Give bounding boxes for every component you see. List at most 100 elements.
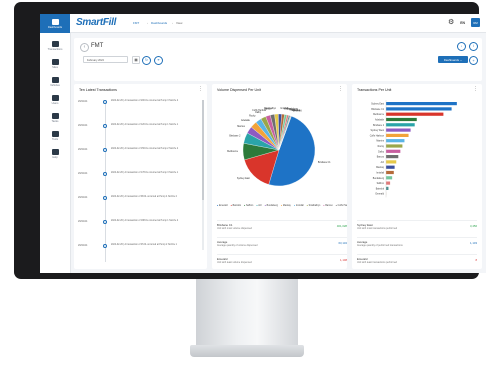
list-item[interactable]: 26/02/24 2024-02-26 | A transaction of 9… <box>78 196 204 210</box>
download-button[interactable]: ↓ <box>457 42 466 51</box>
pie-label: Adelaide <box>241 119 251 122</box>
legend-item[interactable]: ● Airl <box>256 205 261 207</box>
refresh-button[interactable]: ↻ <box>142 56 151 65</box>
back-button[interactable]: ‹ <box>80 43 89 52</box>
pie-label: Sydney East <box>237 177 250 180</box>
app-logo: SmartFill <box>76 17 117 28</box>
sidebar-item-users[interactable]: Users <box>40 95 70 105</box>
breadcrumb-dashboards[interactable]: Dashboards <box>151 21 167 25</box>
link-button[interactable]: ⚭ <box>154 56 163 65</box>
legend-item[interactable]: ● Mackay <box>281 205 291 207</box>
legend-swatch: ● <box>280 205 283 207</box>
list-item[interactable]: 26/02/24 2024-02-26 | A transaction of 1… <box>78 172 204 186</box>
bar[interactable] <box>386 123 415 127</box>
bar[interactable] <box>386 165 395 169</box>
dashboards-button[interactable]: Dashboards ⌄ <box>438 56 468 63</box>
sidebar-item-tanks[interactable]: Tanks <box>40 113 70 123</box>
bar-label: Brisbane C1 <box>371 108 384 111</box>
sidebar-item-vehicles[interactable]: Vehicles <box>40 77 70 87</box>
dashboard-icon <box>51 19 59 25</box>
monitor-base <box>190 345 304 357</box>
list-item[interactable]: 26/02/24 2024-02-26 | A transaction of 1… <box>78 148 204 162</box>
sidebar-item-label: Sites <box>52 66 58 69</box>
bar[interactable] <box>386 181 391 185</box>
sidebar-item-dashboards[interactable]: Dashboards <box>40 14 70 33</box>
transactions-timeline: 26/02/24 2024-02-26 | A transaction of 2… <box>78 98 204 266</box>
bar[interactable] <box>386 139 405 143</box>
breadcrumb-fmt[interactable]: FMT <box>133 21 139 25</box>
legend-item[interactable]: ● Bundaberg <box>265 205 278 207</box>
legend-item[interactable]: ● Barcoo <box>323 205 332 207</box>
language-selector[interactable]: EN <box>460 21 465 25</box>
legend-item[interactable]: ● Coffs Harbour <box>336 205 347 207</box>
timeline-dot-icon <box>103 100 107 104</box>
transactions-bar-chart: Sydney East Brisbane C1 Melbourne Adelaide B… <box>370 100 457 198</box>
add-dashboard-button[interactable]: + <box>469 56 478 65</box>
list-item[interactable]: 26/02/24 2024-02-26 | A transaction of 1… <box>78 124 204 138</box>
gear-icon[interactable]: ⚙ <box>448 19 454 26</box>
legend-swatch: ● <box>293 205 296 207</box>
sidebar-item-transactions[interactable]: Transactions <box>40 41 70 51</box>
bar[interactable] <box>386 176 393 180</box>
timeline-dot-icon <box>103 220 107 224</box>
more-options-icon[interactable]: ⋮ <box>473 87 478 92</box>
legend-item[interactable]: ● Strathalbyn <box>307 205 321 207</box>
list-item[interactable]: 26/02/24 2024-02-26 | A transaction of 4… <box>78 244 204 258</box>
bar[interactable] <box>386 128 411 132</box>
bar[interactable] <box>386 133 409 137</box>
breadcrumb-view: View <box>176 21 183 25</box>
info-button[interactable]: i <box>469 42 478 51</box>
bar[interactable] <box>386 102 457 106</box>
sidebar-item-label: Transactions <box>47 48 63 51</box>
bar-label: Airl <box>381 161 385 164</box>
pie-label: Strathalbyn <box>264 107 276 110</box>
sidebar-item-label: Tools <box>51 138 59 141</box>
legend-item[interactable]: ● Saffron <box>244 205 253 207</box>
bar[interactable] <box>386 112 444 116</box>
stat-row: Brisbane C1 Unit with most volume dispen… <box>217 220 347 236</box>
avatar[interactable]: RM <box>471 18 480 27</box>
bar-label: Saffron <box>377 182 385 185</box>
monitor-stand <box>196 279 298 349</box>
list-item[interactable]: 26/02/24 2024-02-26 | A transaction of 2… <box>78 100 204 114</box>
scrollbar-thumb[interactable] <box>202 100 204 200</box>
sidebar-item-tools[interactable]: Tools <box>40 131 70 141</box>
list-item[interactable]: 26/02/24 2024-02-26 | A transaction of 1… <box>78 220 204 234</box>
legend-swatch: ● <box>335 205 338 207</box>
bar-label: Innisfail <box>376 173 384 175</box>
timeline-dot-icon <box>103 172 107 176</box>
bar-label: Sydney East <box>371 103 384 106</box>
sidebar-item-sites[interactable]: Sites <box>40 59 70 69</box>
sidebar-item-help[interactable]: Help <box>40 149 70 159</box>
scrollbar[interactable] <box>202 100 204 250</box>
bar[interactable] <box>386 117 417 122</box>
bar[interactable] <box>386 149 401 153</box>
stat-row: Average Average quantity of volume dispe… <box>217 237 347 253</box>
bar[interactable] <box>386 155 399 159</box>
date-picker[interactable]: February 2024 <box>83 56 128 63</box>
bar-label: Coffs Harbour <box>370 134 384 137</box>
bar[interactable] <box>386 160 397 164</box>
dashboards-button-label: Dashboards <box>443 57 459 62</box>
top-bar: SmartFill FMT › Dashboards › View ⚙ EN R… <box>70 14 486 33</box>
bar[interactable] <box>386 186 389 190</box>
more-options-icon[interactable]: ⋮ <box>338 87 343 92</box>
calendar-icon[interactable]: ▦ <box>132 56 140 64</box>
legend-swatch: ● <box>306 205 309 207</box>
legend-item[interactable]: ● Emerald <box>217 205 228 207</box>
bar[interactable] <box>386 144 403 148</box>
bar[interactable] <box>386 107 452 111</box>
transactions-per-unit-card: Transactions Per Unit ⋮ Sydney East Brisb… <box>352 84 482 269</box>
more-options-icon[interactable]: ⋮ <box>198 87 203 92</box>
help-icon <box>51 149 59 155</box>
pie-label: Marries <box>237 125 246 128</box>
legend-item[interactable]: ● Innisfail <box>294 205 304 207</box>
legend-item[interactable]: ● Bairnlok <box>231 205 241 207</box>
bar-label: Bairnlok <box>376 187 385 190</box>
legend-swatch: ● <box>256 205 259 207</box>
legend-swatch: ● <box>323 205 326 207</box>
stat-row: Emerald Unit with least transactions per… <box>357 254 477 269</box>
bar-label: Rocky <box>378 146 385 148</box>
bar[interactable] <box>386 170 394 175</box>
stat-row: Emerald Unit with least volume dispensed… <box>217 254 347 269</box>
